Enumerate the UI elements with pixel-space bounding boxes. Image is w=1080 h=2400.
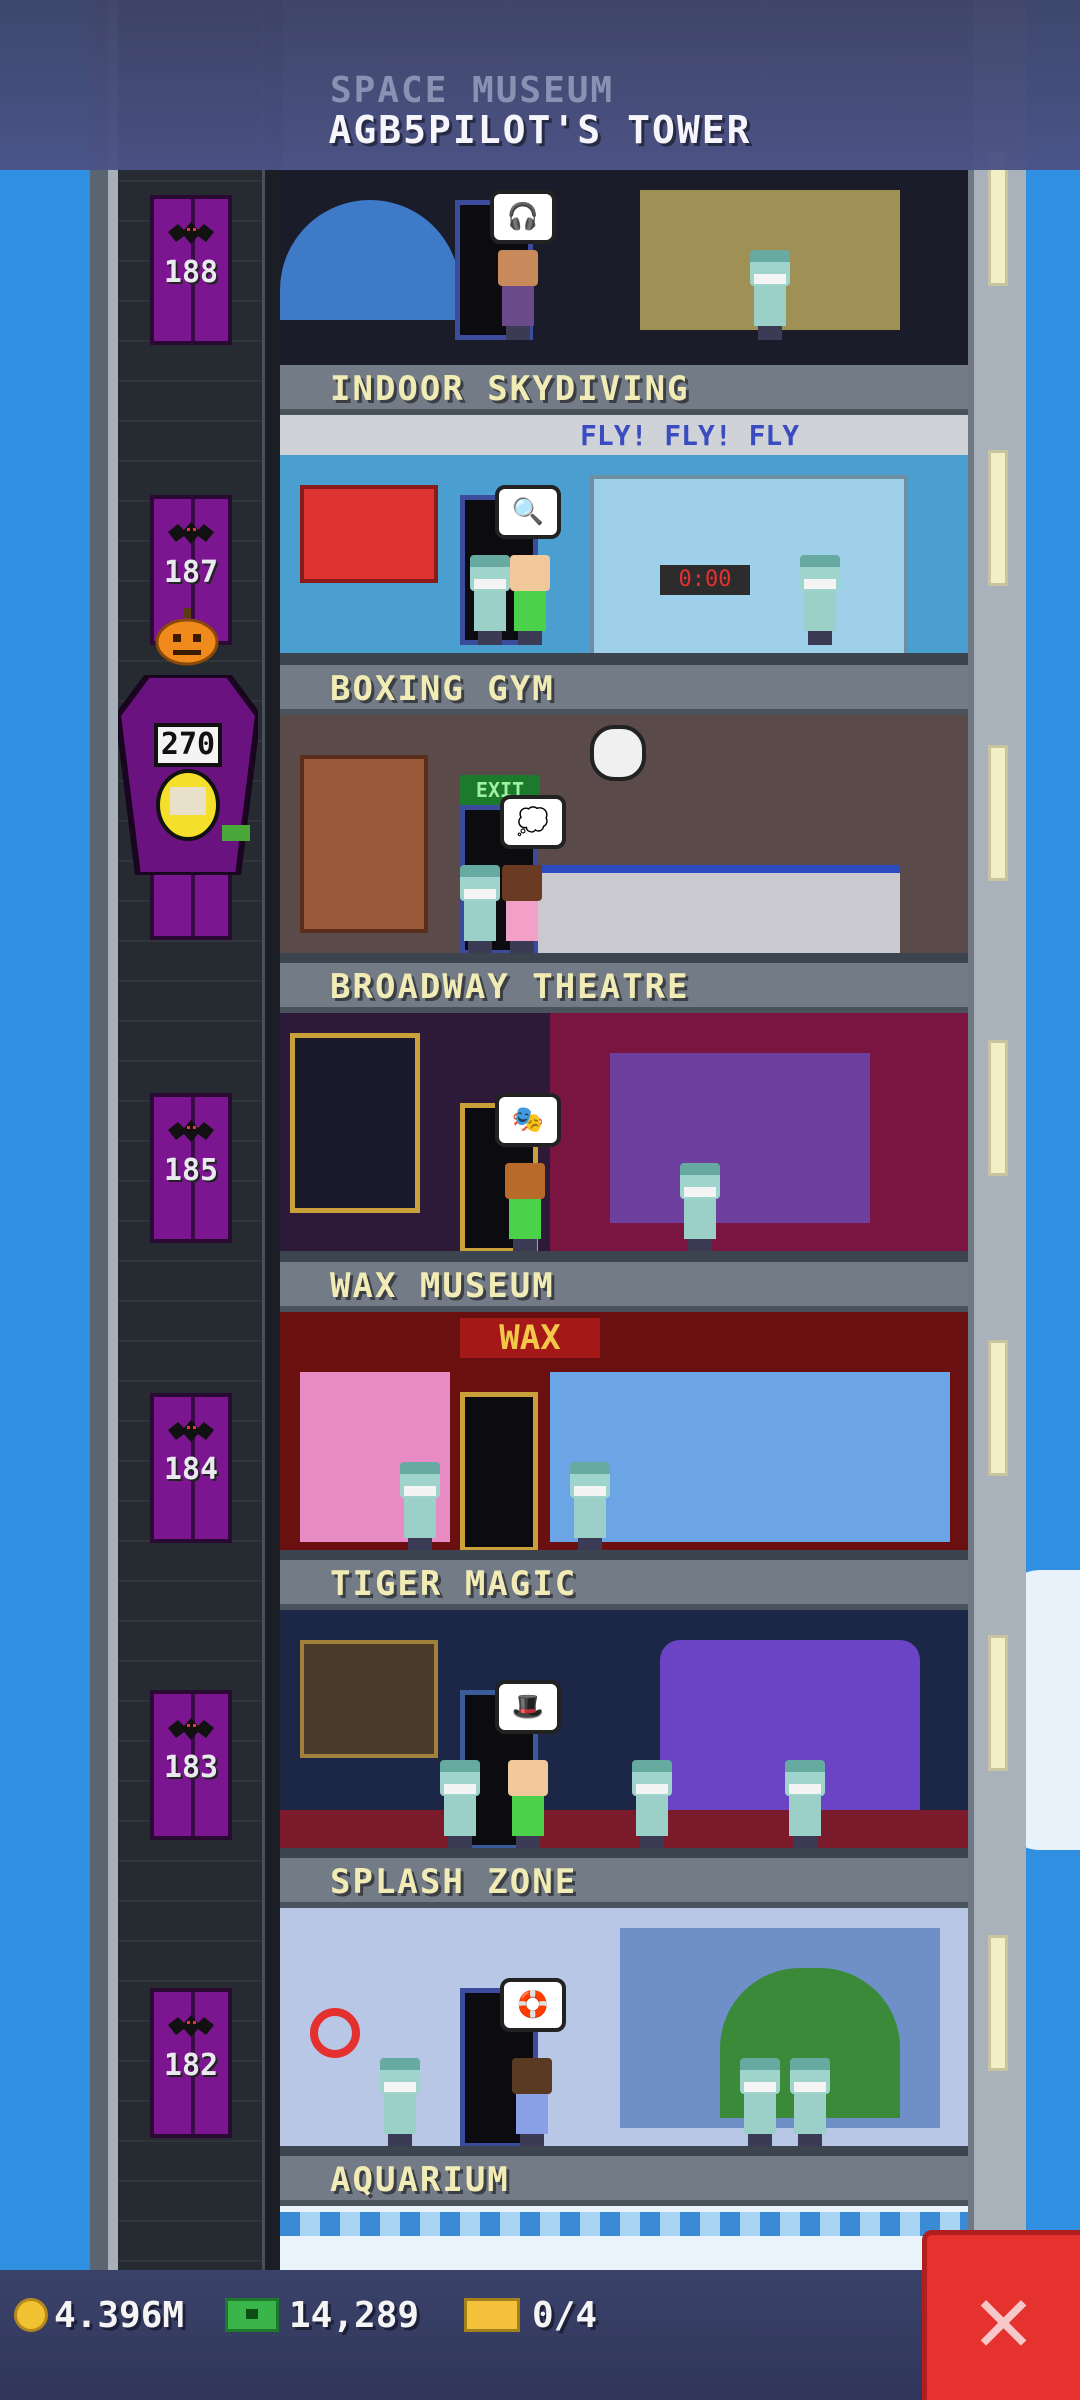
window-light xyxy=(988,1635,1008,1771)
stage xyxy=(610,1053,870,1223)
close-button[interactable]: ✕ xyxy=(922,2230,1080,2400)
elevator-car[interactable]: 270 xyxy=(114,672,262,878)
floor-door xyxy=(460,1392,538,1552)
tickets-value: 0/4 xyxy=(532,2294,598,2336)
bat-icon xyxy=(168,1718,214,1740)
bitizen-doctor[interactable] xyxy=(740,2058,780,2148)
window-light xyxy=(988,450,1008,586)
tower-title: AGB5PILOT'S TOWER xyxy=(328,108,752,152)
floor-name: BOXING GYM xyxy=(330,669,555,709)
bitizen[interactable] xyxy=(498,250,538,340)
elevator-floor-number: 185 xyxy=(163,1153,219,1188)
floor-name: BROADWAY THEATRE xyxy=(330,967,690,1007)
thought-bubble: 🎧 xyxy=(490,190,556,244)
tickets-counter[interactable]: 0/4 xyxy=(464,2290,597,2340)
coins-counter[interactable]: 4.396M xyxy=(14,2290,184,2340)
bitizen-doctor[interactable] xyxy=(400,1462,440,1552)
close-icon: ✕ xyxy=(974,2261,1033,2374)
bitizen-doctor[interactable] xyxy=(790,2058,830,2148)
thought-bubble: 🎩 xyxy=(495,1680,561,1734)
magic-poster xyxy=(300,1640,438,1758)
clock-icon xyxy=(590,725,646,781)
bitizen[interactable] xyxy=(508,1760,548,1850)
bat-icon xyxy=(168,222,214,244)
timer-display: 0:00 xyxy=(660,565,750,595)
elevator-floor-number: 187 xyxy=(163,555,219,590)
bux-value: 14,289 xyxy=(289,2294,420,2336)
floor-base xyxy=(280,653,968,665)
bitizen[interactable] xyxy=(505,1163,545,1253)
bat-icon xyxy=(168,2015,214,2037)
floor-tiger-magic[interactable]: TIGER MAGIC 🎩 xyxy=(280,1560,968,1860)
bat-icon xyxy=(168,1420,214,1442)
bitizen-doctor[interactable] xyxy=(570,1462,610,1552)
bitizen-doctor[interactable] xyxy=(800,555,840,645)
bitizen-doctor[interactable] xyxy=(680,1163,720,1253)
life-ring-icon xyxy=(310,2008,360,2058)
thought-bubble: 🛟 xyxy=(500,1978,566,2032)
bitizen-doctor[interactable] xyxy=(785,1760,825,1850)
boxing-poster xyxy=(300,755,428,933)
floor-broadway-theatre[interactable]: BROADWAY THEATRE 🎭 xyxy=(280,963,968,1263)
coins-value: 4.396M xyxy=(54,2294,185,2336)
window-light xyxy=(988,1340,1008,1476)
thought-bubble: 💭 xyxy=(500,795,566,849)
bux-counter[interactable]: 14,289 xyxy=(225,2290,419,2340)
fly-sign: FLY! FLY! FLY xyxy=(580,419,800,452)
planet xyxy=(280,200,460,320)
window-light xyxy=(988,745,1008,881)
floor-wax-museum[interactable]: WAX MUSEUM WAX xyxy=(280,1262,968,1562)
bitizen-doctor[interactable] xyxy=(750,250,790,340)
faded-floor-label: SPACE MUSEUM xyxy=(330,70,615,111)
bux-icon xyxy=(225,2298,279,2332)
floor-name: AQUARIUM xyxy=(330,2160,510,2200)
floor-indoor-skydiving[interactable]: INDOOR SKYDIVING FLY! FLY! FLY 0:00 🔍 xyxy=(280,365,968,665)
floor-name: SPLASH ZONE xyxy=(330,1862,578,1902)
elevator-floor-number: 188 xyxy=(163,255,219,290)
window-light xyxy=(988,1040,1008,1176)
helmet-shelf xyxy=(300,485,438,583)
coin-icon xyxy=(14,2298,48,2332)
floor-name: WAX MUSEUM xyxy=(330,1266,555,1306)
bitizen[interactable] xyxy=(502,865,542,955)
bat-icon xyxy=(168,1120,214,1142)
wave-trim xyxy=(280,2212,968,2236)
bat-icon xyxy=(168,522,214,544)
elevator-floor-number: 184 xyxy=(163,1452,219,1487)
window-light xyxy=(988,1935,1008,2071)
ticket-icon xyxy=(464,2298,520,2332)
bitizen-doctor[interactable] xyxy=(380,2058,420,2148)
wax-figure-booths xyxy=(550,1372,950,1542)
floor-boxing-gym[interactable]: BOXING GYM EXIT 💭 xyxy=(280,665,968,965)
theatre-poster xyxy=(290,1033,420,1213)
floor-name: INDOOR SKYDIVING xyxy=(330,369,690,409)
theatre-seats xyxy=(280,1810,968,1850)
bitizen[interactable] xyxy=(512,2058,552,2148)
bitizen-doctor[interactable] xyxy=(632,1760,672,1850)
bitizen-doctor[interactable] xyxy=(470,555,510,645)
floor-name: TIGER MAGIC xyxy=(330,1564,578,1604)
elevator-floor-number: 182 xyxy=(163,2048,219,2083)
floor-splash-zone[interactable]: SPLASH ZONE 🛟 xyxy=(280,1858,968,2158)
bitizen-doctor[interactable] xyxy=(440,1760,480,1850)
bitizen-doctor[interactable] xyxy=(460,865,500,955)
thought-bubble: 🔍 xyxy=(495,485,561,539)
elevator-car-number: 270 xyxy=(160,727,216,762)
thought-bubble: 🎭 xyxy=(495,1093,561,1147)
pumpkin-icon xyxy=(155,608,219,666)
elevator-floor-number: 183 xyxy=(163,1750,219,1785)
wax-sign: WAX xyxy=(460,1318,600,1358)
bitizen[interactable] xyxy=(510,555,550,645)
boxing-ring xyxy=(480,865,900,963)
window-light xyxy=(988,150,1008,286)
